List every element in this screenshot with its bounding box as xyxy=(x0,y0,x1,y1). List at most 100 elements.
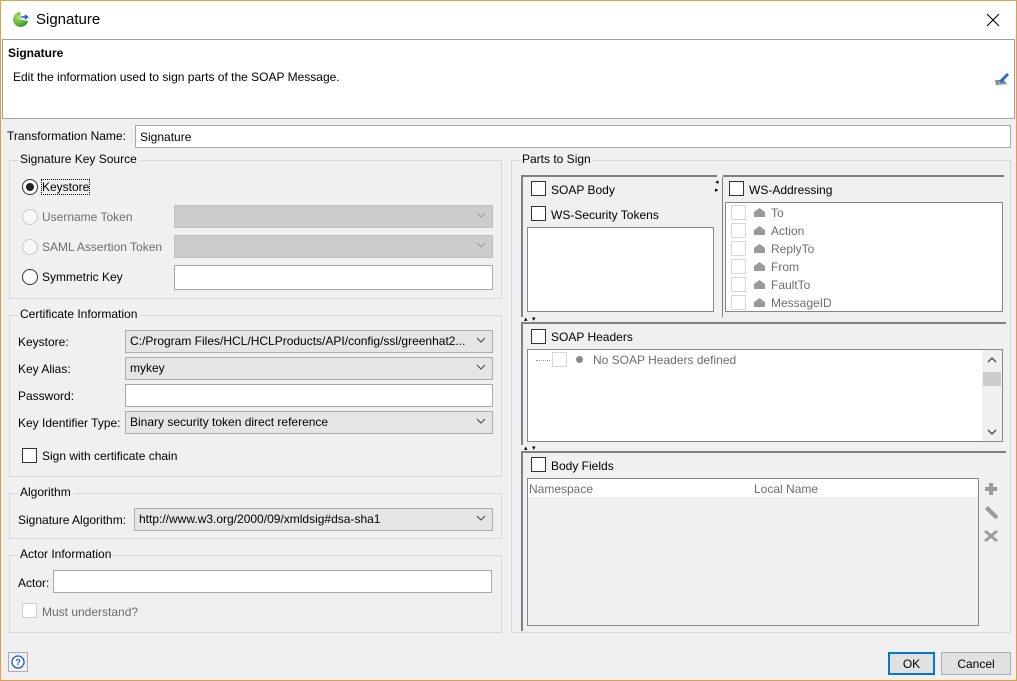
ok-button-label: OK xyxy=(902,656,921,671)
ws-addressing-checkbox[interactable] xyxy=(729,181,744,196)
group-title: Parts to Sign xyxy=(520,152,593,166)
group-title: Certificate Information xyxy=(18,307,140,321)
keystore-label: Keystore: xyxy=(18,335,69,349)
key-alias-label: Key Alias: xyxy=(18,362,71,376)
saml-assertion-label: SAML Assertion Token xyxy=(42,240,163,254)
chevron-down-icon xyxy=(476,212,486,218)
soap-body-checkbox[interactable] xyxy=(531,181,546,196)
ws-addressing-item-to[interactable]: To xyxy=(731,204,991,222)
sign-certificate-chain-label: Sign with certificate chain xyxy=(42,449,178,463)
column-header-local-name[interactable]: Local Name xyxy=(754,482,818,496)
symmetric-key-radio[interactable] xyxy=(22,269,38,285)
ws-security-tokens-label: WS-Security Tokens xyxy=(551,208,659,222)
item-label: ReplyTo xyxy=(771,242,815,256)
header-description: Edit the information used to sign parts … xyxy=(13,70,340,84)
transformation-name-label: Transformation Name: xyxy=(7,129,126,143)
chevron-down-icon xyxy=(476,418,486,424)
ws-addressing-item-replyto[interactable]: ReplyTo xyxy=(731,240,991,258)
soap-headers-tree[interactable]: No SOAP Headers defined xyxy=(527,349,1003,442)
item-checkbox[interactable] xyxy=(731,259,746,274)
symmetric-key-label: Symmetric Key xyxy=(42,270,123,284)
actor-input[interactable] xyxy=(53,570,492,593)
help-button[interactable]: ? xyxy=(8,652,28,672)
key-identifier-type-select[interactable]: Binary security token direct reference xyxy=(125,411,493,434)
keystore-radio-label[interactable]: Keystore xyxy=(40,179,91,195)
ok-button[interactable]: OK xyxy=(888,652,935,675)
cancel-button-label: Cancel xyxy=(957,656,995,671)
password-label: Password: xyxy=(18,389,75,403)
item-checkbox[interactable] xyxy=(731,241,746,256)
chevron-down-icon xyxy=(476,364,486,370)
symmetric-key-input[interactable] xyxy=(174,265,493,290)
key-identifier-type-value: Binary security token direct reference xyxy=(130,415,329,429)
keystore-select[interactable]: C:/Program Files/HCL/HCLProducts/API/con… xyxy=(125,330,493,353)
table-header: Namespace Local Name xyxy=(528,479,978,497)
edit-icon[interactable] xyxy=(983,504,999,520)
keystore-value: C:/Program Files/HCL/HCLProducts/API/con… xyxy=(130,334,466,348)
password-input[interactable] xyxy=(125,384,493,407)
splitter-line xyxy=(722,177,723,317)
column-header-namespace[interactable]: Namespace xyxy=(529,482,593,496)
scroll-up-icon[interactable] xyxy=(987,356,997,364)
help-icon: ? xyxy=(11,655,25,669)
ws-addressing-item-faultto[interactable]: FaultTo xyxy=(731,276,991,294)
delete-icon[interactable] xyxy=(983,528,999,544)
username-token-label: Username Token xyxy=(42,210,133,224)
close-button[interactable] xyxy=(980,7,1006,33)
scroll-down-icon[interactable] xyxy=(987,428,997,436)
group-title: Actor Information xyxy=(18,547,114,561)
ws-security-tokens-checkbox[interactable] xyxy=(531,206,546,221)
scrollbar[interactable] xyxy=(982,350,1002,441)
saml-assertion-select[interactable] xyxy=(174,235,493,258)
soap-headers-checkbox[interactable] xyxy=(531,329,546,344)
close-icon xyxy=(986,13,1000,27)
collapse-left-icon[interactable]: ◂ xyxy=(715,179,719,186)
sign-certificate-chain-checkbox[interactable] xyxy=(22,448,37,463)
signature-algorithm-value: http://www.w3.org/2000/09/xmldsig#dsa-sh… xyxy=(139,512,381,526)
edit-pen-icon xyxy=(995,73,1009,85)
no-soap-headers-text: No SOAP Headers defined xyxy=(593,353,737,367)
saml-assertion-radio[interactable] xyxy=(22,239,38,255)
bullet-icon xyxy=(576,356,583,363)
item-label: From xyxy=(771,260,799,274)
cancel-button[interactable]: Cancel xyxy=(941,652,1011,675)
ws-addressing-item-action[interactable]: Action xyxy=(731,222,991,240)
key-alias-value: mykey xyxy=(130,361,165,375)
add-icon[interactable] xyxy=(983,481,999,497)
actor-label: Actor: xyxy=(18,576,50,590)
item-checkbox[interactable] xyxy=(731,277,746,292)
chevron-down-icon xyxy=(476,242,486,248)
header-item-checkbox[interactable] xyxy=(552,352,567,367)
vertical-splitter[interactable]: ◂ ▸ xyxy=(715,177,721,317)
chevron-down-icon xyxy=(476,515,486,521)
signature-algorithm-select[interactable]: http://www.w3.org/2000/09/xmldsig#dsa-sh… xyxy=(134,508,493,531)
scroll-thumb[interactable] xyxy=(983,372,1001,386)
body-fields-checkbox[interactable] xyxy=(531,457,546,472)
ws-addressing-item-messageid[interactable]: MessageID xyxy=(731,294,991,312)
envelope-icon xyxy=(754,226,765,235)
ws-security-tokens-list[interactable] xyxy=(527,227,714,312)
username-token-select[interactable] xyxy=(174,205,493,228)
username-token-radio[interactable] xyxy=(22,209,38,225)
app-logo-icon xyxy=(13,12,29,27)
item-checkbox[interactable] xyxy=(731,295,746,310)
ws-addressing-label: WS-Addressing xyxy=(749,183,833,197)
body-fields-table: Namespace Local Name xyxy=(527,478,979,626)
ws-addressing-border xyxy=(723,175,1004,177)
must-understand-checkbox[interactable] xyxy=(22,603,37,618)
ws-addressing-item-from[interactable]: From xyxy=(731,258,991,276)
header-panel: Signature Edit the information used to s… xyxy=(2,39,1015,119)
tree-line xyxy=(536,360,550,361)
transformation-name-input[interactable] xyxy=(135,125,1011,148)
collapse-right-icon[interactable]: ▸ xyxy=(715,187,719,194)
key-alias-select[interactable]: mykey xyxy=(125,357,493,380)
envelope-icon xyxy=(754,262,765,271)
item-checkbox[interactable] xyxy=(731,223,746,238)
item-checkbox[interactable] xyxy=(731,205,746,220)
chevron-down-icon xyxy=(476,337,486,343)
svg-text:?: ? xyxy=(15,658,21,668)
soap-headers-label: SOAP Headers xyxy=(551,330,633,344)
signature-algorithm-label: Signature Algorithm: xyxy=(18,513,127,527)
keystore-radio[interactable] xyxy=(22,179,38,195)
must-understand-label: Must understand? xyxy=(42,605,139,619)
